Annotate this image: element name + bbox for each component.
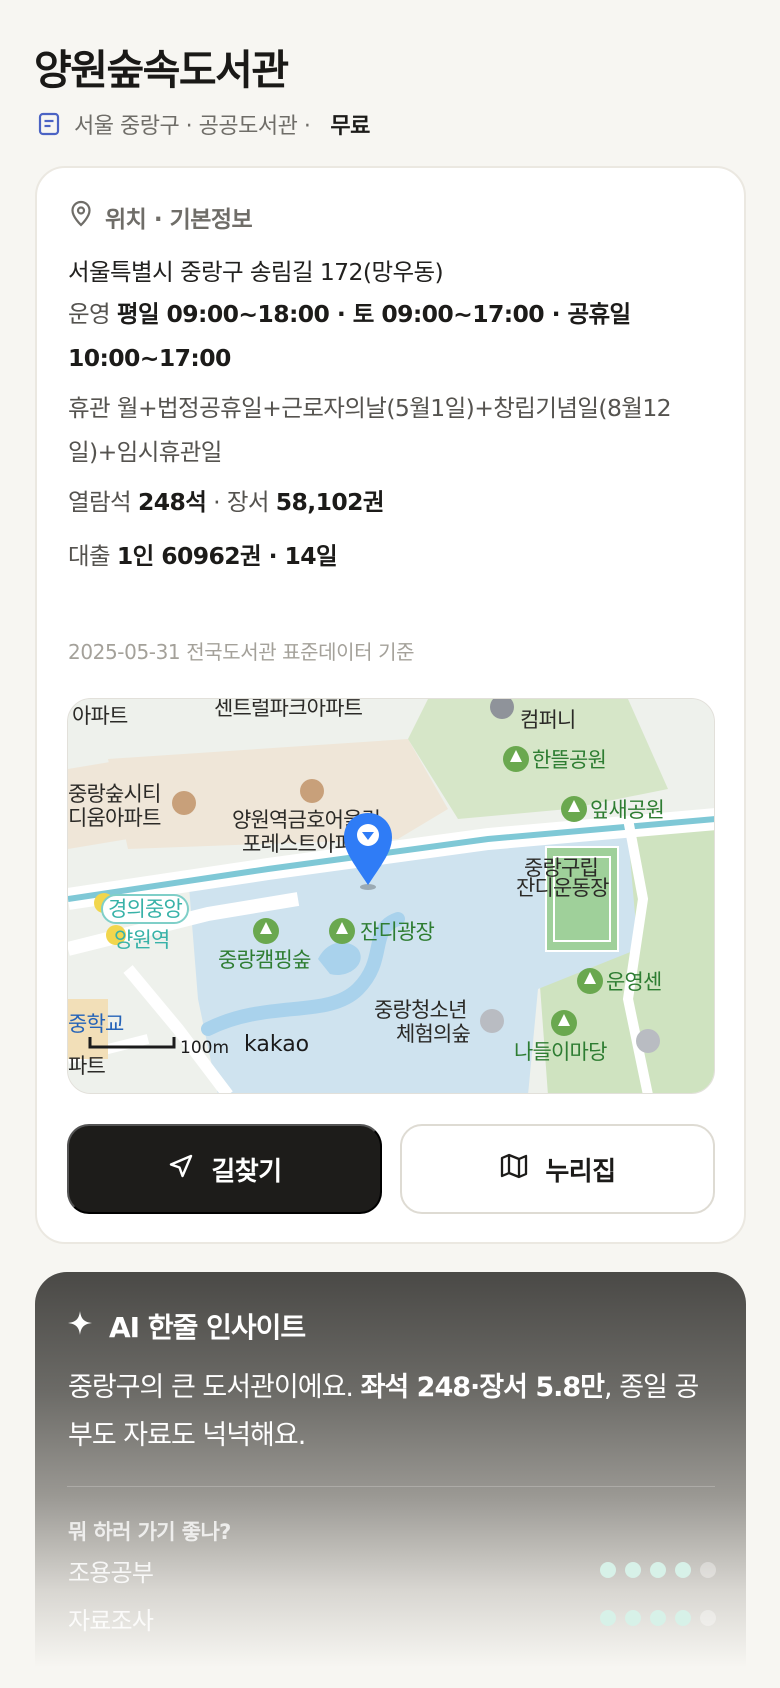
rating-label: 조용공부	[68, 1558, 154, 1587]
map-icon	[499, 1152, 529, 1187]
directions-button[interactable]: 길찾기	[67, 1124, 382, 1214]
rating-row: 자료조사	[68, 1598, 716, 1638]
rating-dot-filled	[650, 1610, 666, 1626]
ai-insight-header: AI 한줄 인사이트	[67, 1306, 306, 1346]
divider	[67, 1486, 715, 1487]
info-card: 위치 · 기본정보 서울특별시 중랑구 송림길 172(망우동) 운영 평일 0…	[35, 166, 746, 1244]
ai-insight-text: 중랑구의 큰 도서관이에요. 좌석 248·장서 5.8만, 종일 공부도 자료…	[68, 1364, 718, 1460]
map-label-dium-apt: 디움아파트	[68, 806, 161, 830]
rating-dots	[600, 1562, 716, 1578]
map-label-yangwon-station: 양원역	[114, 928, 170, 952]
map-scale: 100m	[180, 1038, 229, 1058]
capacity: 열람석 248석 · 장서 58,102권	[68, 488, 385, 516]
map-label-hanteul-park: 한뜰공원	[532, 748, 606, 772]
fee-label: 무료	[330, 114, 370, 139]
loan-value: 1인 60962권 · 14일	[116, 542, 338, 570]
hours-label: 운영	[68, 300, 111, 328]
rating-dot-filled	[625, 1562, 641, 1578]
ai-insight-title: AI 한줄 인사이트	[109, 1311, 306, 1344]
data-basis-note: 2025-05-31 전국도서관 표준데이터 기준	[68, 640, 415, 664]
map-label-picnic: 나들이마당	[514, 1040, 607, 1064]
library-region-type: 서울 중랑구 · 공공도서관 ·	[74, 114, 311, 139]
info-section-header: 위치 · 기본정보	[69, 200, 253, 234]
map-label-apt-bottom: 파트	[68, 1054, 106, 1078]
hours-value: 평일 09:00~18:00 · 토 09:00~17:00 · 공휴일 10:…	[68, 300, 631, 372]
directions-label: 길찾기	[211, 1155, 282, 1186]
ai-question: 뭐 하러 가기 좋나?	[68, 1520, 231, 1544]
map-label-central-park: 센트럴파크아파트	[214, 699, 363, 720]
ai-text-part-1: 중랑구의 큰 도서관이에요.	[68, 1372, 361, 1403]
closed-label: 휴관	[68, 394, 111, 422]
map-label-youth-1: 중랑청소년	[374, 998, 467, 1022]
map-label-forest-city: 중랑숲시티	[68, 782, 161, 806]
navigation-arrow-icon	[167, 1152, 195, 1187]
loan-label: 대출	[68, 542, 111, 570]
map-label-school: 중학교	[68, 1012, 124, 1036]
map-label-apt: 아파트	[72, 704, 128, 728]
map-label-company: 컴퍼니	[520, 708, 576, 732]
operating-hours: 운영 평일 09:00~18:00 · 토 09:00~17:00 · 공휴일 …	[68, 292, 698, 380]
rating-label: 자료조사	[68, 1606, 154, 1635]
website-label: 누리집	[545, 1155, 616, 1186]
map-label-operation-center: 운영센	[606, 970, 662, 994]
loan-policy: 대출 1인 60962권 · 14일	[68, 534, 698, 578]
rating-dot-filled	[625, 1610, 641, 1626]
map-brand: kakao	[244, 1032, 309, 1057]
rating-dot-filled	[600, 1562, 616, 1578]
map-label-grass-plaza: 잔디광장	[360, 920, 435, 944]
map-label-youth-2: 체험의숲	[396, 1022, 471, 1046]
page-title: 양원숲속도서관	[34, 46, 289, 94]
map-label-field-2: 잔디운동장	[516, 876, 609, 900]
sparkle-icon	[67, 1310, 93, 1343]
rating-dot-filled	[650, 1562, 666, 1578]
rating-dot-filled	[675, 1562, 691, 1578]
seats-value: 248석	[137, 488, 207, 516]
rating-dot-filled	[675, 1610, 691, 1626]
location-map[interactable]: 아파트 센트럴파크아파트 컴퍼니 한뜰공원 중랑숲시티 디움아파트 양원역금호어…	[67, 698, 715, 1094]
map-label-ipsae-park: 잎새공원	[590, 798, 664, 822]
document-icon	[36, 111, 62, 137]
seats-label: 열람석	[68, 488, 132, 516]
rating-row: 조용공부	[68, 1550, 716, 1590]
info-section-title: 위치 · 기본정보	[105, 207, 253, 233]
closed-days: 휴관 월+법정공휴일+근로자의날(5월1일)+창립기념일(8월12일)+임시휴관…	[68, 386, 698, 474]
rating-dot-empty	[700, 1610, 716, 1626]
rating-dot-empty	[700, 1562, 716, 1578]
closed-value: 월+법정공휴일+근로자의날(5월1일)+창립기념일(8월12일)+임시휴관일	[68, 394, 672, 466]
books-label: 장서	[226, 488, 270, 516]
rating-dot-filled	[600, 1610, 616, 1626]
library-meta: 서울 중랑구 · 공공도서관 · 무료	[36, 106, 370, 142]
map-label-camping-forest: 중랑캠핑숲	[218, 948, 311, 972]
map-label-gyeongui-line: 경의중앙	[108, 897, 183, 921]
books-value: 58,102권	[275, 488, 385, 516]
ai-text-highlight: 좌석 248·장서 5.8만	[360, 1372, 605, 1403]
rating-dots	[600, 1610, 716, 1626]
ai-insight-card: AI 한줄 인사이트 중랑구의 큰 도서관이에요. 좌석 248·장서 5.8만…	[35, 1272, 746, 1688]
address: 서울특별시 중랑구 송림길 172(망우동)	[68, 258, 444, 286]
website-button[interactable]: 누리집	[400, 1124, 715, 1214]
location-pin-icon	[69, 200, 93, 234]
